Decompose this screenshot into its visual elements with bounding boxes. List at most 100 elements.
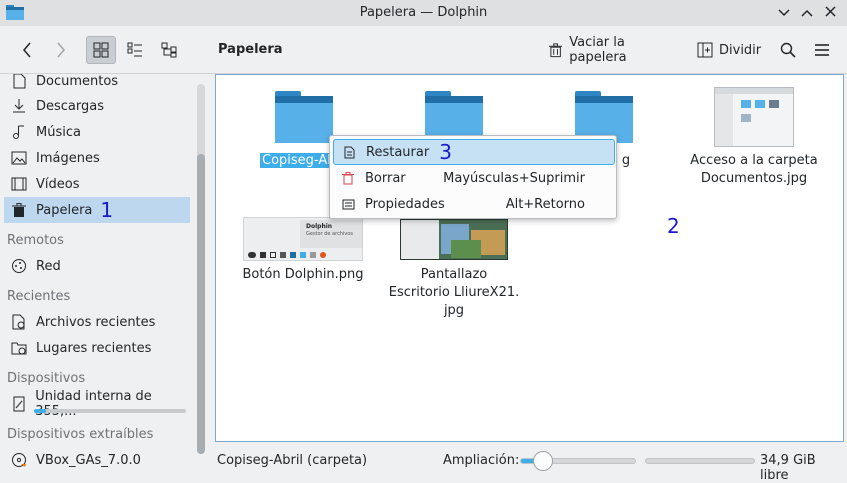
chevron-down-icon bbox=[778, 9, 790, 17]
window-title: Papelera — Dolphin bbox=[359, 5, 488, 20]
video-icon bbox=[10, 175, 28, 193]
image-thumbnail bbox=[400, 219, 508, 260]
sidebar-item-label: Unidad interna de 355,... bbox=[35, 389, 152, 419]
menu-button[interactable] bbox=[809, 36, 835, 64]
close-button[interactable] bbox=[820, 3, 840, 23]
thumb-tooltip: Dolphin Gestor de archivos bbox=[300, 220, 362, 248]
sidebar-item-papelera[interactable]: Papelera 1 bbox=[4, 197, 190, 223]
file-name-line: Acceso a la carpeta bbox=[690, 153, 818, 168]
folder-icon bbox=[275, 91, 333, 143]
section-header-remotos: Remotos bbox=[7, 233, 64, 248]
sidebar-scrollbar[interactable] bbox=[197, 84, 205, 454]
annotation-number: 2 bbox=[667, 214, 680, 238]
menu-item-label: Borrar bbox=[365, 170, 406, 186]
file-name: Acceso a la carpeta Documentos.jpg bbox=[684, 152, 824, 188]
menu-item-propiedades[interactable]: Propiedades Alt+Retorno bbox=[333, 191, 615, 217]
file-name-line: Escritorio LliureX21. bbox=[388, 285, 520, 300]
sidebar-item-label: Documentos bbox=[36, 74, 119, 89]
properties-icon bbox=[341, 197, 355, 211]
places-panel: Documentos Descargas Música Imágenes Víd… bbox=[0, 74, 196, 477]
sidebar-item-videos[interactable]: Vídeos bbox=[4, 171, 190, 197]
context-menu: Restaurar 3 Borrar Mayúsculas+Suprimir P… bbox=[329, 135, 617, 219]
file-name: Copiseg-Ab bbox=[260, 153, 338, 168]
sidebar-item-label: Archivos recientes bbox=[36, 314, 156, 330]
scrollbar-thumb[interactable] bbox=[197, 154, 205, 454]
sidebar-item-label: Vídeos bbox=[36, 176, 80, 192]
file-name-line: jpg bbox=[443, 303, 465, 318]
recent-files-icon bbox=[10, 313, 28, 331]
compact-view-icon bbox=[127, 42, 142, 57]
zoom-slider-handle[interactable] bbox=[533, 451, 553, 471]
sidebar-item-label: Imágenes bbox=[36, 150, 100, 166]
compact-view-button[interactable] bbox=[121, 36, 149, 64]
sidebar-item-documentos[interactable]: Documentos bbox=[4, 74, 190, 94]
empty-trash-label: Vaciar la papelera bbox=[569, 35, 627, 65]
sidebar-item-label: Descargas bbox=[36, 98, 105, 114]
menu-item-label: Propiedades bbox=[365, 196, 445, 212]
file-name-line: Pantallazo bbox=[420, 267, 488, 282]
trash-icon bbox=[10, 201, 28, 219]
drive-usage-fill bbox=[34, 409, 46, 413]
file-view[interactable]: Copiseg-Ab g Acceso a la carpeta Documen… bbox=[215, 74, 844, 442]
location-label: Papelera bbox=[218, 42, 283, 57]
delete-icon bbox=[341, 171, 355, 185]
file-name: Botón Dolphin.png bbox=[242, 267, 364, 282]
sidebar-item-imagenes[interactable]: Imágenes bbox=[4, 145, 190, 171]
free-space-label: 34,9 GiB libre bbox=[760, 453, 816, 483]
chevron-up-icon bbox=[801, 9, 813, 17]
image-icon bbox=[10, 149, 28, 167]
file-name-line: Documentos.jpg bbox=[700, 171, 808, 186]
annotation-number: 1 bbox=[100, 198, 114, 222]
hamburger-icon bbox=[815, 44, 829, 56]
sidebar-item-archivos-recientes[interactable]: Archivos recientes bbox=[4, 309, 190, 335]
thumb-taskbar bbox=[244, 250, 362, 260]
annotation-number: 3 bbox=[439, 140, 452, 164]
section-header-recientes: Recientes bbox=[7, 289, 71, 304]
sidebar-item-lugares-recientes[interactable]: Lugares recientes bbox=[4, 335, 190, 361]
details-view-button[interactable] bbox=[155, 36, 183, 64]
maximize-button[interactable] bbox=[797, 3, 817, 23]
title-bar: Papelera — Dolphin bbox=[0, 0, 847, 26]
file-name: g bbox=[621, 153, 631, 168]
split-label: Dividir bbox=[719, 42, 762, 58]
sidebar-item-unidad-interna[interactable]: Unidad interna de 355,... bbox=[4, 389, 190, 419]
split-button[interactable]: Dividir bbox=[694, 36, 766, 64]
thumb-subtitle: Gestor de archivos bbox=[306, 231, 353, 237]
empty-trash-button[interactable]: Vaciar la papelera bbox=[546, 35, 680, 65]
menu-shortcut: Mayúsculas+Suprimir bbox=[443, 170, 585, 186]
sidebar-item-label: Lugares recientes bbox=[36, 340, 152, 356]
icons-view-button[interactable] bbox=[86, 36, 116, 64]
split-view-icon bbox=[697, 42, 713, 58]
download-icon bbox=[10, 97, 28, 115]
section-header-extraibles: Dispositivos extraíbles bbox=[7, 427, 154, 442]
sidebar-item-musica[interactable]: Música bbox=[4, 119, 190, 145]
selection-status: Copiseg-Abril (carpeta) bbox=[217, 453, 368, 468]
music-icon bbox=[10, 123, 28, 141]
back-button[interactable] bbox=[14, 36, 40, 64]
file-name: Pantallazo Escritorio LliureX21. jpg bbox=[384, 266, 524, 320]
sidebar-item-label: Música bbox=[36, 124, 81, 140]
sidebar-item-descargas[interactable]: Descargas bbox=[4, 93, 190, 119]
sidebar-item-label: Papelera bbox=[36, 202, 93, 218]
status-bar: Copiseg-Abril (carpeta) Ampliación: 34,9… bbox=[0, 444, 847, 483]
menu-shortcut: Alt+Retorno bbox=[505, 196, 585, 212]
network-icon bbox=[10, 257, 28, 275]
menu-item-restaurar[interactable]: Restaurar 3 bbox=[333, 139, 615, 165]
sidebar-item-red[interactable]: Red bbox=[4, 253, 190, 279]
tree-view-icon bbox=[161, 42, 177, 58]
trash-icon bbox=[549, 42, 563, 57]
zoom-label: Ampliación: bbox=[443, 453, 520, 468]
search-button[interactable] bbox=[775, 36, 801, 64]
menu-item-borrar[interactable]: Borrar Mayúsculas+Suprimir bbox=[333, 165, 615, 191]
minimize-button[interactable] bbox=[774, 3, 794, 23]
drive-usage-bar bbox=[34, 409, 186, 413]
forward-button[interactable] bbox=[48, 36, 74, 64]
image-thumbnail: Dolphin Gestor de archivos bbox=[243, 217, 363, 261]
grid-view-icon bbox=[93, 42, 109, 58]
restore-icon bbox=[342, 145, 356, 159]
thumb-title: Dolphin bbox=[306, 223, 333, 230]
arrow-right-icon bbox=[57, 42, 65, 58]
document-icon bbox=[10, 74, 28, 90]
menu-item-label: Restaurar bbox=[366, 144, 430, 160]
section-header-dispositivos: Dispositivos bbox=[7, 371, 86, 386]
